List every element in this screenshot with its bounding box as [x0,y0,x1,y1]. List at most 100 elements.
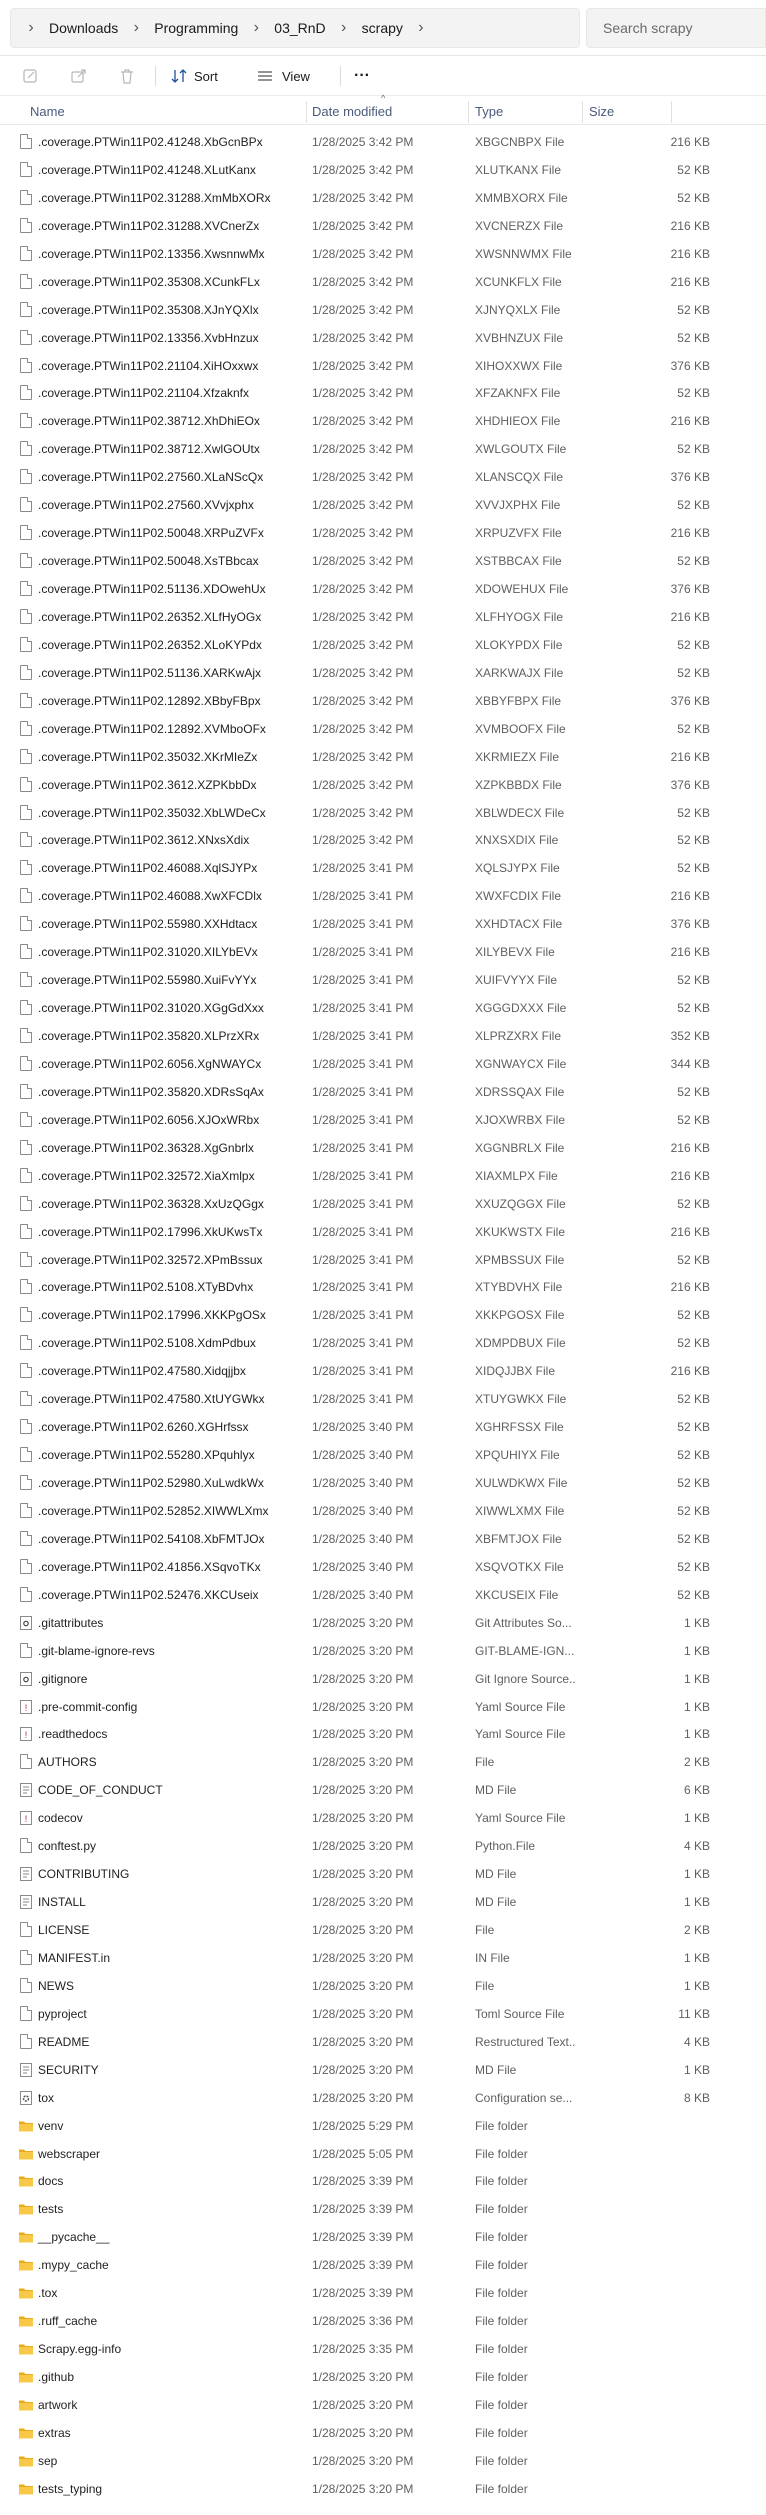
file-row[interactable]: .coverage.PTWin11P02.35820.XDRsSqAx 1/28/… [0,1078,766,1106]
file-row[interactable]: .coverage.PTWin11P02.3612.XNxsXdix 1/28/2… [0,826,766,854]
file-row[interactable]: .coverage.PTWin11P02.54108.XbFMTJOx 1/28/… [0,1525,766,1553]
folder-row[interactable]: Scrapy.egg-info 1/28/2025 3:35 PM File fol… [0,2335,766,2363]
file-row[interactable]: .coverage.PTWin11P02.32572.XPmBssux 1/28/… [0,1246,766,1274]
file-row[interactable]: .coverage.PTWin11P02.46088.XwXFCDlx 1/28/… [0,882,766,910]
file-row[interactable]: .coverage.PTWin11P02.35308.XJnYQXlx 1/28/… [0,296,766,324]
chevron-right-icon[interactable]: › [122,19,150,37]
folder-row[interactable]: webscraper 1/28/2025 5:05 PM File folder [0,2140,766,2168]
more-options-button[interactable]: ··· [354,56,370,96]
file-row[interactable]: ! .readthedocs 1/28/2025 3:20 PM Yaml Sourc… [0,1720,766,1748]
file-row[interactable]: .coverage.PTWin11P02.41248.XbGcnBPx 1/28/… [0,128,766,156]
file-row[interactable]: .git-blame-ignore-revs 1/28/2025 3:20 PM G… [0,1637,766,1665]
share-button[interactable] [70,56,88,96]
file-row[interactable]: CONTRIBUTING 1/28/2025 3:20 PM MD File 1 KB [0,1860,766,1888]
file-row[interactable]: .coverage.PTWin11P02.55280.XPquhlyx 1/28/… [0,1441,766,1469]
file-row[interactable]: MANIFEST.in 1/28/2025 3:20 PM IN File 1 KB [0,1944,766,1972]
file-row[interactable]: CODE_OF_CONDUCT 1/28/2025 3:20 PM MD File 6… [0,1776,766,1804]
delete-button[interactable] [118,56,136,96]
file-row[interactable]: INSTALL 1/28/2025 3:20 PM MD File 1 KB [0,1888,766,1916]
file-row[interactable]: .coverage.PTWin11P02.5108.XdmPdbux 1/28/2… [0,1329,766,1357]
chevron-right-icon[interactable]: › [242,19,270,37]
rename-button[interactable] [22,56,40,96]
breadcrumb-scrapy[interactable]: scrapy [358,20,407,36]
column-type[interactable]: Type [475,99,503,125]
file-row[interactable]: .coverage.PTWin11P02.50048.XsTBbcax 1/28/… [0,547,766,575]
file-row[interactable]: .coverage.PTWin11P02.51136.XARKwAjx 1/28/… [0,659,766,687]
file-row[interactable]: AUTHORS 1/28/2025 3:20 PM File 2 KB [0,1748,766,1776]
file-row[interactable]: .coverage.PTWin11P02.17996.XkUKwsTx 1/28/… [0,1218,766,1246]
file-row[interactable]: .coverage.PTWin11P02.21104.Xfzaknfx 1/28/… [0,379,766,407]
view-button[interactable]: View [256,56,310,96]
file-row[interactable]: .coverage.PTWin11P02.31288.XmMbXORx 1/28/… [0,184,766,212]
file-row[interactable]: ! codecov 1/28/2025 3:20 PM Yaml Source Fil… [0,1804,766,1832]
file-row[interactable]: .coverage.PTWin11P02.50048.XRPuZVFx 1/28/… [0,519,766,547]
folder-row[interactable]: __pycache__ 1/28/2025 3:39 PM File folder [0,2223,766,2251]
file-row[interactable]: .coverage.PTWin11P02.13356.XwsnnwMx 1/28/… [0,240,766,268]
file-row[interactable]: .coverage.PTWin11P02.31288.XVCnerZx 1/28/… [0,212,766,240]
file-row[interactable]: .coverage.PTWin11P02.21104.XiHOxxwx 1/28/… [0,352,766,380]
file-row[interactable]: .coverage.PTWin11P02.26352.XLoKYPdx 1/28/… [0,631,766,659]
file-row[interactable]: .coverage.PTWin11P02.35032.XKrMIeZx 1/28/… [0,743,766,771]
chevron-right-icon[interactable]: › [17,19,45,37]
file-row[interactable]: .coverage.PTWin11P02.41248.XLutKanx 1/28/… [0,156,766,184]
column-divider[interactable] [671,101,672,123]
file-row[interactable]: conftest.py 1/28/2025 3:20 PM Python.File 4… [0,1832,766,1860]
breadcrumb-03-rnd[interactable]: 03_RnD [270,20,329,36]
file-row[interactable]: .coverage.PTWin11P02.38712.XwlGOUtx 1/28/… [0,435,766,463]
file-row[interactable]: .gitattributes 1/28/2025 3:20 PM Git Attri… [0,1609,766,1637]
folder-row[interactable]: extras 1/28/2025 3:20 PM File folder [0,2419,766,2447]
file-row[interactable]: .coverage.PTWin11P02.35032.XbLWDeCx 1/28/… [0,799,766,827]
file-row[interactable]: .coverage.PTWin11P02.12892.XVMboOFx 1/28/… [0,715,766,743]
file-row[interactable]: .coverage.PTWin11P02.47580.Xidqjjbx 1/28/… [0,1357,766,1385]
file-row[interactable]: .coverage.PTWin11P02.27560.XLaNScQx 1/28/… [0,463,766,491]
folder-row[interactable]: .github 1/28/2025 3:20 PM File folder [0,2363,766,2391]
file-row[interactable]: .coverage.PTWin11P02.38712.XhDhiEOx 1/28/… [0,407,766,435]
column-divider[interactable] [582,101,583,123]
breadcrumb-downloads[interactable]: Downloads [45,20,122,36]
file-row[interactable]: .coverage.PTWin11P02.6056.XgNWAYCx 1/28/2… [0,1050,766,1078]
file-row[interactable]: .coverage.PTWin11P02.35308.XCunkFLx 1/28/… [0,268,766,296]
chevron-right-icon[interactable]: › [330,19,358,37]
file-row[interactable]: .coverage.PTWin11P02.52852.XIWWLXmx 1/28/… [0,1497,766,1525]
folder-row[interactable]: tests 1/28/2025 3:39 PM File folder [0,2195,766,2223]
file-row[interactable]: .coverage.PTWin11P02.17996.XKKPgOSx 1/28/… [0,1301,766,1329]
file-row[interactable]: .coverage.PTWin11P02.31020.XILYbEVx 1/28/… [0,938,766,966]
file-row[interactable]: .coverage.PTWin11P02.6260.XGHrfssx 1/28/2… [0,1413,766,1441]
file-row[interactable]: .gitignore 1/28/2025 3:20 PM Git Ignore So… [0,1665,766,1693]
breadcrumb[interactable]: › Downloads › Programming › 03_RnD › scr… [10,8,580,48]
column-name[interactable]: Name [30,99,65,125]
folder-row[interactable]: artwork 1/28/2025 3:20 PM File folder [0,2391,766,2419]
file-row[interactable]: .coverage.PTWin11P02.52980.XuLwdkWx 1/28/… [0,1469,766,1497]
file-row[interactable]: .coverage.PTWin11P02.31020.XGgGdXxx 1/28/… [0,994,766,1022]
file-row[interactable]: .coverage.PTWin11P02.36328.XxUzQGgx 1/28/… [0,1190,766,1218]
folder-row[interactable]: .tox 1/28/2025 3:39 PM File folder [0,2279,766,2307]
file-row[interactable]: .coverage.PTWin11P02.41856.XSqvoTKx 1/28/… [0,1553,766,1581]
column-divider[interactable] [468,101,469,123]
file-row[interactable]: ! .pre-commit-config 1/28/2025 3:20 PM Yaml… [0,1693,766,1721]
search-input[interactable]: Search scrapy [586,8,766,48]
folder-row[interactable]: .ruff_cache 1/28/2025 3:36 PM File folder [0,2307,766,2335]
file-row[interactable]: .coverage.PTWin11P02.26352.XLfHyOGx 1/28/… [0,603,766,631]
file-row[interactable]: .coverage.PTWin11P02.5108.XTyBDvhx 1/28/2… [0,1273,766,1301]
file-row[interactable]: .coverage.PTWin11P02.55980.XuiFvYYx 1/28/… [0,966,766,994]
file-row[interactable]: .coverage.PTWin11P02.47580.XtUYGWkx 1/28/… [0,1385,766,1413]
file-row[interactable]: .coverage.PTWin11P02.13356.XvbHnzux 1/28/… [0,324,766,352]
file-row[interactable]: .coverage.PTWin11P02.12892.XBbyFBpx 1/28/… [0,687,766,715]
column-divider[interactable] [306,101,307,123]
file-row[interactable]: .coverage.PTWin11P02.6056.XJOxWRbx 1/28/2… [0,1106,766,1134]
file-row[interactable]: tox 1/28/2025 3:20 PM Configuration se... 8… [0,2084,766,2112]
file-row[interactable]: .coverage.PTWin11P02.27560.XVvjxphx 1/28/… [0,491,766,519]
file-row[interactable]: .coverage.PTWin11P02.36328.XgGnbrlx 1/28/… [0,1134,766,1162]
file-row[interactable]: .coverage.PTWin11P02.32572.XiaXmlpx 1/28/… [0,1162,766,1190]
sort-button[interactable]: Sort [170,56,218,96]
file-row[interactable]: .coverage.PTWin11P02.46088.XqlSJYPx 1/28/… [0,854,766,882]
folder-row[interactable]: sep 1/28/2025 3:20 PM File folder [0,2447,766,2475]
file-row[interactable]: .coverage.PTWin11P02.35820.XLPrzXRx 1/28/… [0,1022,766,1050]
column-size[interactable]: Size [589,99,614,125]
file-row[interactable]: SECURITY 1/28/2025 3:20 PM MD File 1 KB [0,2056,766,2084]
folder-row[interactable]: tests_typing 1/28/2025 3:20 PM File folder [0,2475,766,2503]
file-row[interactable]: README 1/28/2025 3:20 PM Restructured Text… [0,2028,766,2056]
file-row[interactable]: .coverage.PTWin11P02.3612.XZPKbbDx 1/28/2… [0,771,766,799]
folder-row[interactable]: docs 1/28/2025 3:39 PM File folder [0,2167,766,2195]
breadcrumb-programming[interactable]: Programming [150,20,242,36]
